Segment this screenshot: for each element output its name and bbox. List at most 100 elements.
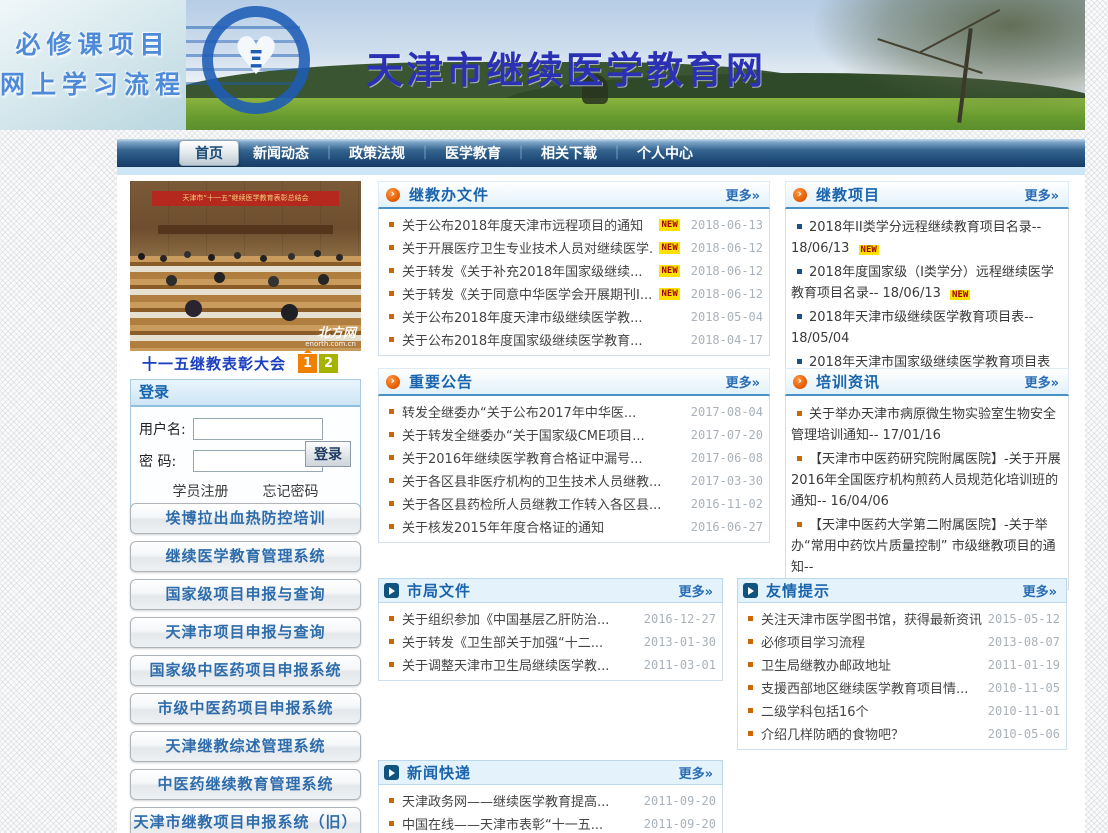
blue-play-icon <box>384 583 399 598</box>
more-link[interactable]: 更多» <box>679 581 722 600</box>
bullet-icon <box>389 337 394 342</box>
article-row[interactable]: 二级学科包括16个 2010-11-01 <box>744 699 1060 722</box>
article-row[interactable]: 2018年天津市级继续医学教育项目表-- 18/05/04 <box>791 307 1063 349</box>
article-row[interactable]: 天津政务网——继续医学教育提高... 2011-09-20 <box>385 789 716 812</box>
page: 必修课项目 网上学习流程 ♥ Ξ 天津市继续医学教育网 首页 新闻动态 政策法规… <box>0 0 1108 833</box>
bullet-icon <box>748 708 753 713</box>
article-row[interactable]: 卫生局继教办邮政地址 2011-01-19 <box>744 653 1060 676</box>
article-title: 关于各区县非医疗机构的卫生技术人员继教... <box>402 471 685 490</box>
bullet-icon <box>389 314 394 319</box>
more-link[interactable]: 更多» <box>726 185 769 204</box>
nav-item[interactable]: 首页 <box>179 140 239 166</box>
more-link[interactable]: 更多» <box>679 763 722 782</box>
nav-item[interactable]: 医学教育 <box>405 143 501 163</box>
password-label: 密 码: <box>139 451 193 471</box>
pager-number[interactable]: 2 <box>319 354 338 373</box>
forgot-password-link[interactable]: 忘记密码 <box>263 481 319 501</box>
article-row[interactable]: 关于公布2018年度天津市远程项目的通知 NEW 2018-06-13 <box>385 213 763 236</box>
quick-link-button[interactable]: 天津市项目申报与查询 <box>130 617 361 648</box>
bullet-icon <box>748 662 753 667</box>
register-link[interactable]: 学员注册 <box>173 481 229 501</box>
article-row[interactable]: 关于公布2018年度天津市级继续医学教... 2018-05-04 <box>385 305 763 328</box>
article-date: 2018-06-13 <box>685 218 763 232</box>
article-row[interactable]: 中国在线——天津市表彰“十一五... 2011-09-20 <box>385 812 716 833</box>
article-row[interactable]: 必修项目学习流程 2013-08-07 <box>744 630 1060 653</box>
more-link[interactable]: 更多» <box>1025 185 1068 204</box>
article-row[interactable]: 关于转发全继委办“关于国家级CME项目... 2017-07-20 <box>385 423 763 446</box>
article-date: 2018-06-12 <box>685 241 763 255</box>
article-row[interactable]: 关于举办天津市病原微生物实验室生物安全管理培训通知-- 17/01/16 <box>791 404 1063 446</box>
promo-line-2: 网上学习流程 <box>0 65 186 105</box>
article-date: 2011-03-01 <box>638 658 716 672</box>
article-row[interactable]: 2018年度国家级（I类学分）远程继续医学教育项目名录-- 18/06/13 N… <box>791 262 1063 304</box>
section-header: 继教项目 更多» <box>785 181 1069 209</box>
logo-e-glyph: Ξ <box>248 48 263 72</box>
article-row[interactable]: 关于转发《关于补充2018年国家级继续... NEW 2018-06-12 <box>385 259 763 282</box>
watermark-sitename: 北方网 <box>305 327 356 341</box>
quick-link-button[interactable]: 市级中医药项目申报系统 <box>130 693 361 724</box>
article-row[interactable]: 介绍几样防晒的食物吧？ 2010-05-06 <box>744 722 1060 745</box>
article-row[interactable]: 关于各区县非医疗机构的卫生技术人员继教... 2017-03-30 <box>385 469 763 492</box>
article-row[interactable]: 关于组织参加《中国基层乙肝防治... 2016-12-27 <box>385 607 716 630</box>
article-row[interactable]: 【天津市中医药研究院附属医院】-关于开展2016年全国医疗机构煎药人员规范化培训… <box>791 449 1063 512</box>
article-row[interactable]: 关于转发《卫生部关于加强“十二... 2013-01-30 <box>385 630 716 653</box>
article-title: 关于各区县药检所人员继教工作转入各区县... <box>402 494 685 513</box>
article-date: 2013-01-30 <box>638 635 716 649</box>
article-row[interactable]: 关于开展医疗卫生专业技术人员对继续医学... NEW 2018-06-12 <box>385 236 763 259</box>
article-row[interactable]: 关于2016年继续医学教育合格证中漏号... 2017-06-08 <box>385 446 763 469</box>
bullet-icon <box>748 639 753 644</box>
password-input[interactable] <box>193 450 323 472</box>
article-list: 关注天津市医学图书馆，获得最新资讯 2015-05-12 必修项目学习流程 20… <box>737 603 1067 750</box>
quick-link-button[interactable]: 天津继教综述管理系统 <box>130 731 361 762</box>
article-title: 关于组织参加《中国基层乙肝防治... <box>402 609 638 628</box>
bullet-icon <box>389 455 394 460</box>
article-date: 2017-07-20 <box>685 428 763 442</box>
article-row[interactable]: 支援西部地区继续医学教育项目情... 2010-11-05 <box>744 676 1060 699</box>
bullet-icon <box>748 685 753 690</box>
article-title: 关注天津市医学图书馆，获得最新资讯 <box>761 609 982 628</box>
quick-link-button[interactable]: 国家级中医药项目申报系统 <box>130 655 361 686</box>
bullet-icon <box>748 616 753 621</box>
article-row[interactable]: 关于核发2015年年度合格证的通知 2016-06-27 <box>385 515 763 538</box>
article-date: 2016-06-27 <box>685 520 763 534</box>
more-link[interactable]: 更多» <box>726 372 769 391</box>
bullet-icon <box>389 616 394 621</box>
nav-item[interactable]: 政策法规 <box>309 143 405 163</box>
article-row[interactable]: 【天津中医药大学第二附属医院】-关于举办“常用中药饮片质量控制” 市级继教项目的… <box>791 515 1063 578</box>
article-row[interactable]: 关于各区县药检所人员继教工作转入各区县... 2016-11-02 <box>385 492 763 515</box>
site-title: 天津市继续医学教育网 <box>366 40 766 94</box>
login-button[interactable]: 登录 <box>305 441 351 467</box>
quick-link-button[interactable]: 中医药继续教育管理系统 <box>130 769 361 800</box>
nav-item[interactable]: 相关下载 <box>501 143 597 163</box>
photo-caption-bar: 十一五继教表彰大会 123 <box>130 351 361 375</box>
section-tips: 友情提示 更多» 关注天津市医学图书馆，获得最新资讯 2015-05-12 必修… <box>737 578 1067 750</box>
username-input[interactable] <box>193 418 323 440</box>
quick-link-button[interactable]: 继续医学教育管理系统 <box>130 541 361 572</box>
more-link[interactable]: 更多» <box>1023 581 1066 600</box>
photo-caption[interactable]: 十一五继教表彰大会 <box>130 353 298 374</box>
article-date: 2016-12-27 <box>638 612 716 626</box>
article-list: 转发全继委办“关于公布2017年中华医... 2017-08-04 关于转发全继… <box>378 396 770 543</box>
article-row[interactable]: 关注天津市医学图书馆，获得最新资讯 2015-05-12 <box>744 607 1060 630</box>
article-row[interactable]: 关于调整天津市卫生局继续医学教... 2011-03-01 <box>385 653 716 676</box>
article-row[interactable]: 2018年II类学分远程继续教育项目名录-- 18/06/13 NEW <box>791 217 1063 259</box>
promo-box: 必修课项目 网上学习流程 <box>0 0 186 130</box>
nav-item[interactable]: 新闻动态 <box>253 143 309 163</box>
article-row[interactable]: 关于转发《关于同意中华医学会开展期刊I... NEW 2018-06-12 <box>385 282 763 305</box>
nav-item[interactable]: 个人中心 <box>597 143 693 163</box>
login-form: 用户名: 密 码: 登录 学员注册 忘记密码 <box>131 407 360 509</box>
quick-link-button[interactable]: 国家级项目申报与查询 <box>130 579 361 610</box>
article-row[interactable]: 关于公布2018年度国家级继续医学教育... 2018-04-17 <box>385 328 763 351</box>
article-date: 2018-06-12 <box>685 264 763 278</box>
content-area: 天津市“十一五”继续医学教育表彰总结会 北方网 enorth.com.cn 十一… <box>117 175 1085 833</box>
article-date: 2015-05-12 <box>982 612 1060 626</box>
conference-photo[interactable]: 天津市“十一五”继续医学教育表彰总结会 北方网 enorth.com.cn <box>130 181 361 351</box>
pager-number[interactable]: 3 <box>340 354 359 373</box>
more-link[interactable]: 更多» <box>1025 372 1068 391</box>
quick-link-button[interactable]: 埃博拉出血热防控培训 <box>130 503 361 534</box>
article-row[interactable]: 转发全继委办“关于公布2017年中华医... 2017-08-04 <box>385 400 763 423</box>
article-title: 关于转发《卫生部关于加强“十二... <box>402 632 638 651</box>
pager-number[interactable]: 1 <box>298 354 317 373</box>
bullet-icon <box>389 798 394 803</box>
quick-link-button[interactable]: 天津市继教项目申报系统（旧） <box>130 807 361 833</box>
